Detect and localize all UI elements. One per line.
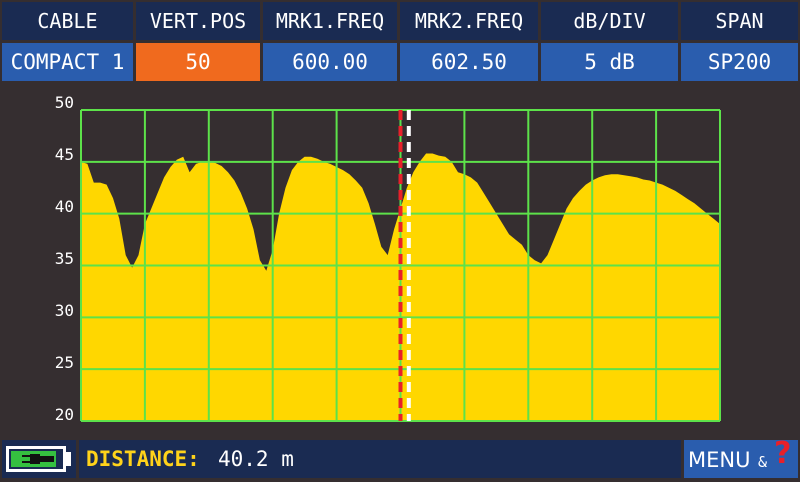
menu-label: MENU — [688, 448, 751, 472]
distance-label: DISTANCE: — [86, 447, 200, 471]
ampersand-label: & — [758, 453, 768, 471]
distance-value: 40.2 m — [218, 447, 294, 471]
spectrum-chart[interactable] — [0, 0, 800, 480]
help-icon: ? — [774, 436, 792, 471]
menu-help-button[interactable]: MENU & ? — [684, 436, 798, 478]
battery-tip — [66, 452, 71, 466]
power-plug-icon — [22, 454, 54, 464]
